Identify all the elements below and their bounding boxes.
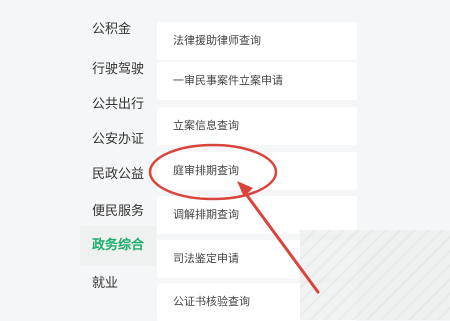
- category-xingshi-jiashi[interactable]: 行驶驾驶: [80, 50, 156, 90]
- category-minzheng-gongyi[interactable]: 民政公益: [80, 155, 156, 195]
- service-list: 法律援助律师查询 一审民事案件立案申请 立案信息查询 庭审排期查询 调解排期查询…: [157, 0, 450, 321]
- service-item-judicial-appraisal[interactable]: 司法鉴定申请: [157, 240, 357, 278]
- service-item-case-info-query[interactable]: 立案信息查询: [157, 107, 357, 145]
- category-gonggong-chuxing[interactable]: 公共出行: [80, 85, 156, 125]
- service-item-legal-aid-lawyer[interactable]: 法律援助律师查询: [157, 22, 357, 60]
- service-item-civil-case-filing[interactable]: 一审民事案件立案申请: [157, 62, 357, 100]
- category-gongjijin[interactable]: 公积金: [80, 10, 156, 50]
- category-zhengwu-zonghe[interactable]: 政务综合: [80, 226, 156, 266]
- service-item-court-schedule-query[interactable]: 庭审排期查询: [157, 152, 357, 190]
- category-jiuye[interactable]: 就业: [80, 264, 156, 304]
- service-item-notary-verification[interactable]: 公证书核验查询: [157, 283, 357, 321]
- service-item-mediation-schedule-query[interactable]: 调解排期查询: [157, 196, 357, 234]
- category-gongan-banzheng[interactable]: 公安办证: [80, 120, 156, 160]
- category-sidebar: 公积金 行驶驾驶 公共出行 公安办证 民政公益 便民服务 政务综合 就业: [0, 0, 157, 320]
